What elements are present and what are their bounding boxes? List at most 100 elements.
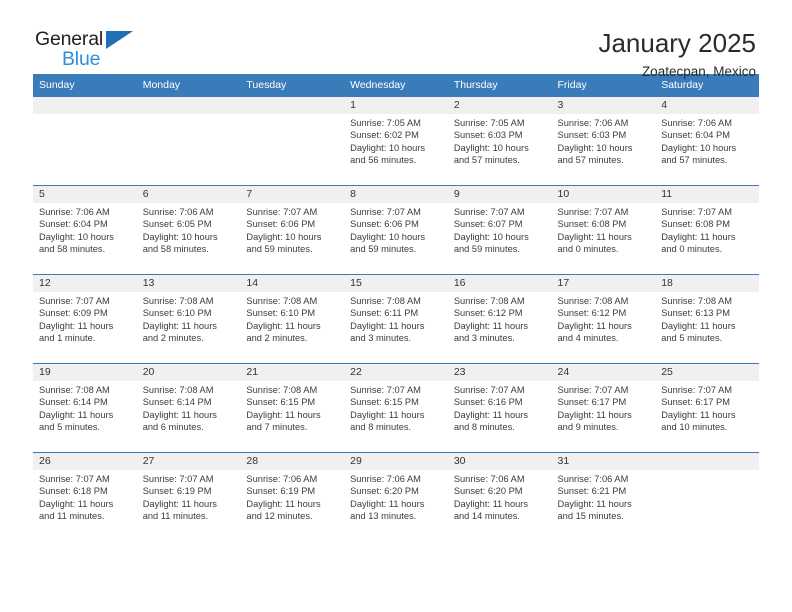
sunset-text: Sunset: 6:07 PM	[453, 219, 523, 230]
day-number: 7	[240, 186, 345, 203]
day-cell[interactable]: 9 Sunrise: 7:07 AM Sunset: 6:07 PM Dayli…	[447, 185, 552, 275]
day-cell[interactable]: 16 Sunrise: 7:08 AM Sunset: 6:12 PM Dayl…	[447, 274, 552, 364]
day-cell[interactable]: 20 Sunrise: 7:08 AM Sunset: 6:14 PM Dayl…	[136, 363, 241, 453]
page-title: January 2025	[598, 28, 756, 58]
day-cell[interactable]: 17 Sunrise: 7:08 AM Sunset: 6:12 PM Dayl…	[551, 274, 656, 364]
day-number: 31	[551, 453, 656, 470]
day-details: Sunrise: 7:06 AM Sunset: 6:19 PM Dayligh…	[240, 470, 344, 523]
day-number: 8	[344, 186, 448, 203]
day-details: Sunrise: 7:05 AM Sunset: 6:02 PM Dayligh…	[344, 114, 448, 167]
day-cell[interactable]: 15 Sunrise: 7:08 AM Sunset: 6:11 PM Dayl…	[344, 274, 448, 364]
weekday-header-tuesday: Tuesday	[240, 74, 345, 97]
day-details: Sunrise: 7:07 AM Sunset: 6:06 PM Dayligh…	[344, 203, 448, 256]
daylight-text-line2: and 5 minutes.	[661, 333, 723, 344]
day-cell[interactable]: 26 Sunrise: 7:07 AM Sunset: 6:18 PM Dayl…	[33, 452, 137, 542]
day-cell[interactable]: 22 Sunrise: 7:07 AM Sunset: 6:15 PM Dayl…	[344, 363, 448, 453]
daylight-text-line1: Daylight: 10 hours	[39, 231, 114, 242]
day-cell[interactable]: 19 Sunrise: 7:08 AM Sunset: 6:14 PM Dayl…	[33, 363, 137, 453]
title-block: January 2025 Zoatecpan, Mexico	[598, 28, 759, 82]
daylight-text-line1: Daylight: 11 hours	[661, 409, 736, 420]
day-details: Sunrise: 7:06 AM Sunset: 6:05 PM Dayligh…	[137, 203, 241, 256]
day-cell[interactable]: 1 Sunrise: 7:05 AM Sunset: 6:02 PM Dayli…	[344, 96, 448, 186]
day-cell[interactable]: 11 Sunrise: 7:07 AM Sunset: 6:08 PM Dayl…	[655, 185, 759, 275]
sunrise-text: Sunrise: 7:07 AM	[39, 296, 110, 306]
sunset-text: Sunset: 6:20 PM	[350, 486, 419, 497]
week-row: 12 Sunrise: 7:07 AM Sunset: 6:09 PM Dayl…	[33, 274, 759, 364]
daylight-text-line1: Daylight: 10 hours	[246, 231, 322, 242]
day-cell[interactable]: 23 Sunrise: 7:07 AM Sunset: 6:16 PM Dayl…	[447, 363, 552, 453]
day-details: Sunrise: 7:08 AM Sunset: 6:10 PM Dayligh…	[137, 292, 241, 345]
day-cell[interactable]	[240, 96, 345, 186]
day-cell[interactable]: 29 Sunrise: 7:06 AM Sunset: 6:20 PM Dayl…	[344, 452, 448, 542]
day-details: Sunrise: 7:07 AM Sunset: 6:07 PM Dayligh…	[448, 203, 552, 256]
sunrise-text: Sunrise: 7:06 AM	[246, 474, 318, 484]
day-cell[interactable]: 10 Sunrise: 7:07 AM Sunset: 6:08 PM Dayl…	[551, 185, 656, 275]
day-cell[interactable]: 13 Sunrise: 7:08 AM Sunset: 6:10 PM Dayl…	[136, 274, 241, 364]
day-cell[interactable]: 27 Sunrise: 7:07 AM Sunset: 6:19 PM Dayl…	[136, 452, 241, 542]
sunrise-text: Sunrise: 7:08 AM	[142, 296, 214, 306]
daylight-text-line1: Daylight: 11 hours	[350, 498, 425, 509]
daylight-text-line2: and 7 minutes.	[246, 422, 308, 433]
day-cell[interactable]: 24 Sunrise: 7:07 AM Sunset: 6:17 PM Dayl…	[551, 363, 656, 453]
day-details: Sunrise: 7:06 AM Sunset: 6:04 PM Dayligh…	[33, 203, 137, 256]
day-cell[interactable]: 2 Sunrise: 7:05 AM Sunset: 6:03 PM Dayli…	[447, 96, 552, 186]
day-details: Sunrise: 7:06 AM Sunset: 6:04 PM Dayligh…	[655, 114, 759, 167]
sunrise-text: Sunrise: 7:05 AM	[350, 118, 421, 128]
sunrise-text: Sunrise: 7:08 AM	[453, 296, 525, 306]
day-cell[interactable]: 25 Sunrise: 7:07 AM Sunset: 6:17 PM Dayl…	[655, 363, 759, 453]
sunrise-text: Sunrise: 7:07 AM	[350, 207, 421, 217]
sunrise-text: Sunrise: 7:08 AM	[661, 296, 733, 306]
generalblue-logo[interactable]: General Blue	[33, 28, 153, 74]
sunrise-text: Sunrise: 7:06 AM	[453, 474, 525, 484]
day-cell[interactable]: 30 Sunrise: 7:06 AM Sunset: 6:20 PM Dayl…	[447, 452, 552, 542]
sunrise-text: Sunrise: 7:07 AM	[246, 207, 318, 217]
day-number: 13	[136, 275, 241, 292]
day-cell[interactable]: 28 Sunrise: 7:06 AM Sunset: 6:19 PM Dayl…	[240, 452, 345, 542]
sunset-text: Sunset: 6:13 PM	[661, 308, 730, 319]
day-details: Sunrise: 7:08 AM Sunset: 6:13 PM Dayligh…	[655, 292, 759, 345]
day-details: Sunrise: 7:08 AM Sunset: 6:12 PM Dayligh…	[552, 292, 656, 345]
day-cell[interactable]: 8 Sunrise: 7:07 AM Sunset: 6:06 PM Dayli…	[344, 185, 448, 275]
day-cell[interactable]: 5 Sunrise: 7:06 AM Sunset: 6:04 PM Dayli…	[33, 185, 137, 275]
day-cell[interactable]: 14 Sunrise: 7:08 AM Sunset: 6:10 PM Dayl…	[240, 274, 345, 364]
day-number: 14	[240, 275, 345, 292]
sunrise-text: Sunrise: 7:07 AM	[557, 385, 629, 395]
day-number: 6	[136, 186, 241, 203]
day-cell[interactable]: 4 Sunrise: 7:06 AM Sunset: 6:04 PM Dayli…	[655, 96, 759, 186]
day-cell[interactable]	[136, 96, 241, 186]
day-number: 21	[240, 364, 345, 381]
daylight-text-line2: and 4 minutes.	[557, 333, 619, 344]
day-cell[interactable]: 3 Sunrise: 7:06 AM Sunset: 6:03 PM Dayli…	[551, 96, 656, 186]
week-row: 26 Sunrise: 7:07 AM Sunset: 6:18 PM Dayl…	[33, 452, 759, 542]
daylight-text-line2: and 57 minutes.	[453, 155, 520, 166]
day-cell[interactable]: 21 Sunrise: 7:08 AM Sunset: 6:15 PM Dayl…	[240, 363, 345, 453]
logo-text-blue: Blue	[62, 48, 101, 70]
day-details: Sunrise: 7:07 AM Sunset: 6:06 PM Dayligh…	[240, 203, 344, 256]
sunrise-text: Sunrise: 7:06 AM	[39, 207, 110, 217]
day-cell[interactable]	[655, 452, 759, 542]
day-cell[interactable]: 31 Sunrise: 7:06 AM Sunset: 6:21 PM Dayl…	[551, 452, 656, 542]
day-cell[interactable]: 7 Sunrise: 7:07 AM Sunset: 6:06 PM Dayli…	[240, 185, 345, 275]
daylight-text-line2: and 1 minute.	[39, 333, 96, 344]
sunset-text: Sunset: 6:09 PM	[39, 308, 108, 319]
day-details: Sunrise: 7:07 AM Sunset: 6:18 PM Dayligh…	[33, 470, 137, 523]
daylight-text-line1: Daylight: 11 hours	[39, 320, 114, 331]
daylight-text-line2: and 6 minutes.	[142, 422, 204, 433]
day-details: Sunrise: 7:08 AM Sunset: 6:10 PM Dayligh…	[240, 292, 344, 345]
sunset-text: Sunset: 6:03 PM	[453, 130, 523, 141]
sunrise-text: Sunrise: 7:07 AM	[453, 207, 525, 217]
day-number: 10	[551, 186, 656, 203]
daylight-text-line1: Daylight: 11 hours	[39, 498, 114, 509]
daylight-text-line1: Daylight: 11 hours	[557, 231, 632, 242]
day-details: Sunrise: 7:07 AM Sunset: 6:08 PM Dayligh…	[552, 203, 656, 256]
sunrise-text: Sunrise: 7:07 AM	[557, 207, 629, 217]
sunset-text: Sunset: 6:19 PM	[142, 486, 212, 497]
sunrise-text: Sunrise: 7:08 AM	[350, 296, 421, 306]
sunrise-text: Sunrise: 7:08 AM	[246, 385, 318, 395]
week-row: 5 Sunrise: 7:06 AM Sunset: 6:04 PM Dayli…	[33, 185, 759, 275]
day-cell[interactable]: 12 Sunrise: 7:07 AM Sunset: 6:09 PM Dayl…	[33, 274, 137, 364]
day-cell[interactable]	[33, 96, 137, 186]
day-cell[interactable]: 6 Sunrise: 7:06 AM Sunset: 6:05 PM Dayli…	[136, 185, 241, 275]
day-cell[interactable]: 18 Sunrise: 7:08 AM Sunset: 6:13 PM Dayl…	[655, 274, 759, 364]
day-number: 20	[136, 364, 241, 381]
